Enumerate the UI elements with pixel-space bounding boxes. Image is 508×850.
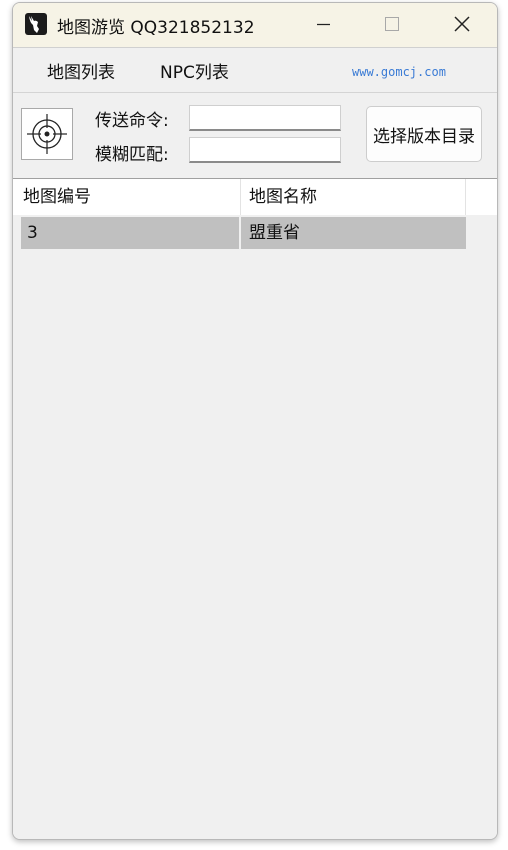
close-button[interactable] [427,3,497,47]
column-divider[interactable] [465,179,466,215]
app-window: 地图游览 QQ321852132 地图列表 NPC列表 www.gomcj.co… [12,2,498,840]
column-header-map-name[interactable]: 地图名称 [249,179,317,215]
map-list-view[interactable]: 地图编号 地图名称 3 盟重省 [13,178,497,839]
map-id-cell: 3 [21,217,239,249]
teleport-label: 传送命令: [95,111,169,131]
crosshair-button[interactable] [21,108,73,160]
menu-npc-list[interactable]: NPC列表 [160,58,229,83]
minimize-button[interactable] [287,3,357,47]
menu-map-list[interactable]: 地图列表 [47,58,115,83]
list-header: 地图编号 地图名称 [13,179,497,215]
minimize-icon [317,23,330,26]
crosshair-icon [27,114,67,154]
toolbar: 传送命令: 模糊匹配: 选择版本目录 [13,93,497,178]
table-row[interactable]: 3 盟重省 [21,217,466,249]
select-version-dir-button[interactable]: 选择版本目录 [366,106,482,162]
window-title: 地图游览 QQ321852132 [57,18,255,38]
close-icon [454,16,470,32]
title-bar[interactable]: 地图游览 QQ321852132 [13,3,497,48]
menu-bar: 地图列表 NPC列表 www.gomcj.com [13,48,497,93]
fuzzy-match-label: 模糊匹配: [95,145,169,165]
column-header-map-id[interactable]: 地图编号 [23,179,91,215]
deer-head-icon [25,13,47,35]
teleport-command-input[interactable] [189,105,341,131]
fuzzy-match-input[interactable] [189,137,341,163]
maximize-icon [385,17,399,31]
website-link[interactable]: www.gomcj.com [352,65,446,79]
maximize-button[interactable] [357,3,427,47]
map-name-cell: 盟重省 [241,217,466,249]
column-divider[interactable] [240,179,241,215]
